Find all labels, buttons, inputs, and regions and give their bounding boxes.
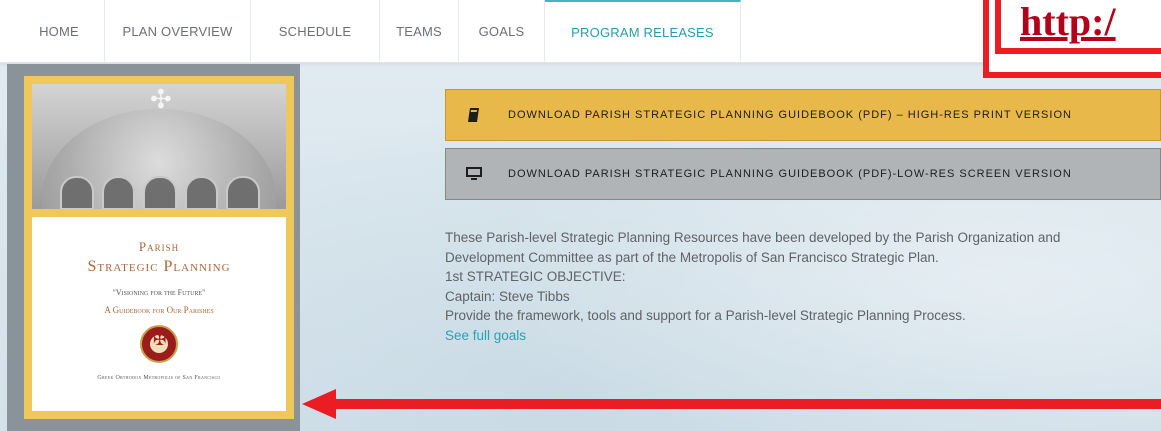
cross-icon: ✣ <box>150 84 172 114</box>
download-low-res-button[interactable]: DOWNLOAD PARISH STRATEGIC PLANNING GUIDE… <box>445 148 1161 200</box>
cover-title-line1: Parish <box>138 239 180 254</box>
description-line-1: These Parish-level Strategic Planning Re… <box>445 230 1061 245</box>
guidebook-cover[interactable]: ✣ Parish Strategic Planning "Visioning f… <box>24 76 294 419</box>
red-arrow-head-icon <box>302 389 336 419</box>
cover-title-line2: Strategic Planning <box>87 258 231 275</box>
nav-item-goals[interactable]: GOALS <box>459 0 545 62</box>
nav-item-schedule[interactable]: SCHEDULE <box>251 0 380 62</box>
seal-cross-icon: ✠ <box>153 332 167 349</box>
red-arrow-shaft <box>330 399 1161 409</box>
strategic-objective-heading: 1st STRATEGIC OBJECTIVE: <box>445 269 626 284</box>
cover-publisher-line: Greek Orthodox Metropolis of San Francis… <box>97 375 221 381</box>
dome-arches <box>60 176 260 209</box>
nav-item-teams[interactable]: TEAMS <box>380 0 459 62</box>
church-dome-photo: ✣ <box>32 84 286 209</box>
metropolis-seal-icon: ✠ <box>140 325 178 363</box>
captain-line: Captain: Steve Tibbs <box>445 288 570 304</box>
download-low-res-label: DOWNLOAD PARISH STRATEGIC PLANNING GUIDE… <box>508 168 1072 180</box>
nav-item-plan-overview[interactable]: PLAN OVERVIEW <box>105 0 251 62</box>
description-line-5: Provide the framework, tools and support… <box>445 308 966 323</box>
download-high-res-label: DOWNLOAD PARISH STRATEGIC PLANNING GUIDE… <box>508 109 1072 121</box>
download-high-res-button[interactable]: DOWNLOAD PARISH STRATEGIC PLANNING GUIDE… <box>445 89 1161 141</box>
nav-item-home[interactable]: HOME <box>14 0 105 62</box>
book-icon <box>462 108 486 122</box>
cover-guidebook-line: A Guidebook for Our Parishes <box>104 305 214 315</box>
guidebook-cover-frame[interactable]: ✣ Parish Strategic Planning "Visioning f… <box>7 64 300 431</box>
url-annotation-text: http:/ <box>1020 0 1116 44</box>
see-full-goals-link[interactable]: See full goals <box>445 326 1161 346</box>
description-block: These Parish-level Strategic Planning Re… <box>445 228 1161 345</box>
cover-text-panel: Parish Strategic Planning "Visioning for… <box>32 217 286 411</box>
nav-item-program-releases[interactable]: PROGRAM RELEASES <box>545 0 741 62</box>
description-line-2: Development Committee as part of the Met… <box>445 249 939 265</box>
cover-subtitle: "Visioning for the Future" <box>112 288 206 297</box>
monitor-icon <box>462 167 486 181</box>
